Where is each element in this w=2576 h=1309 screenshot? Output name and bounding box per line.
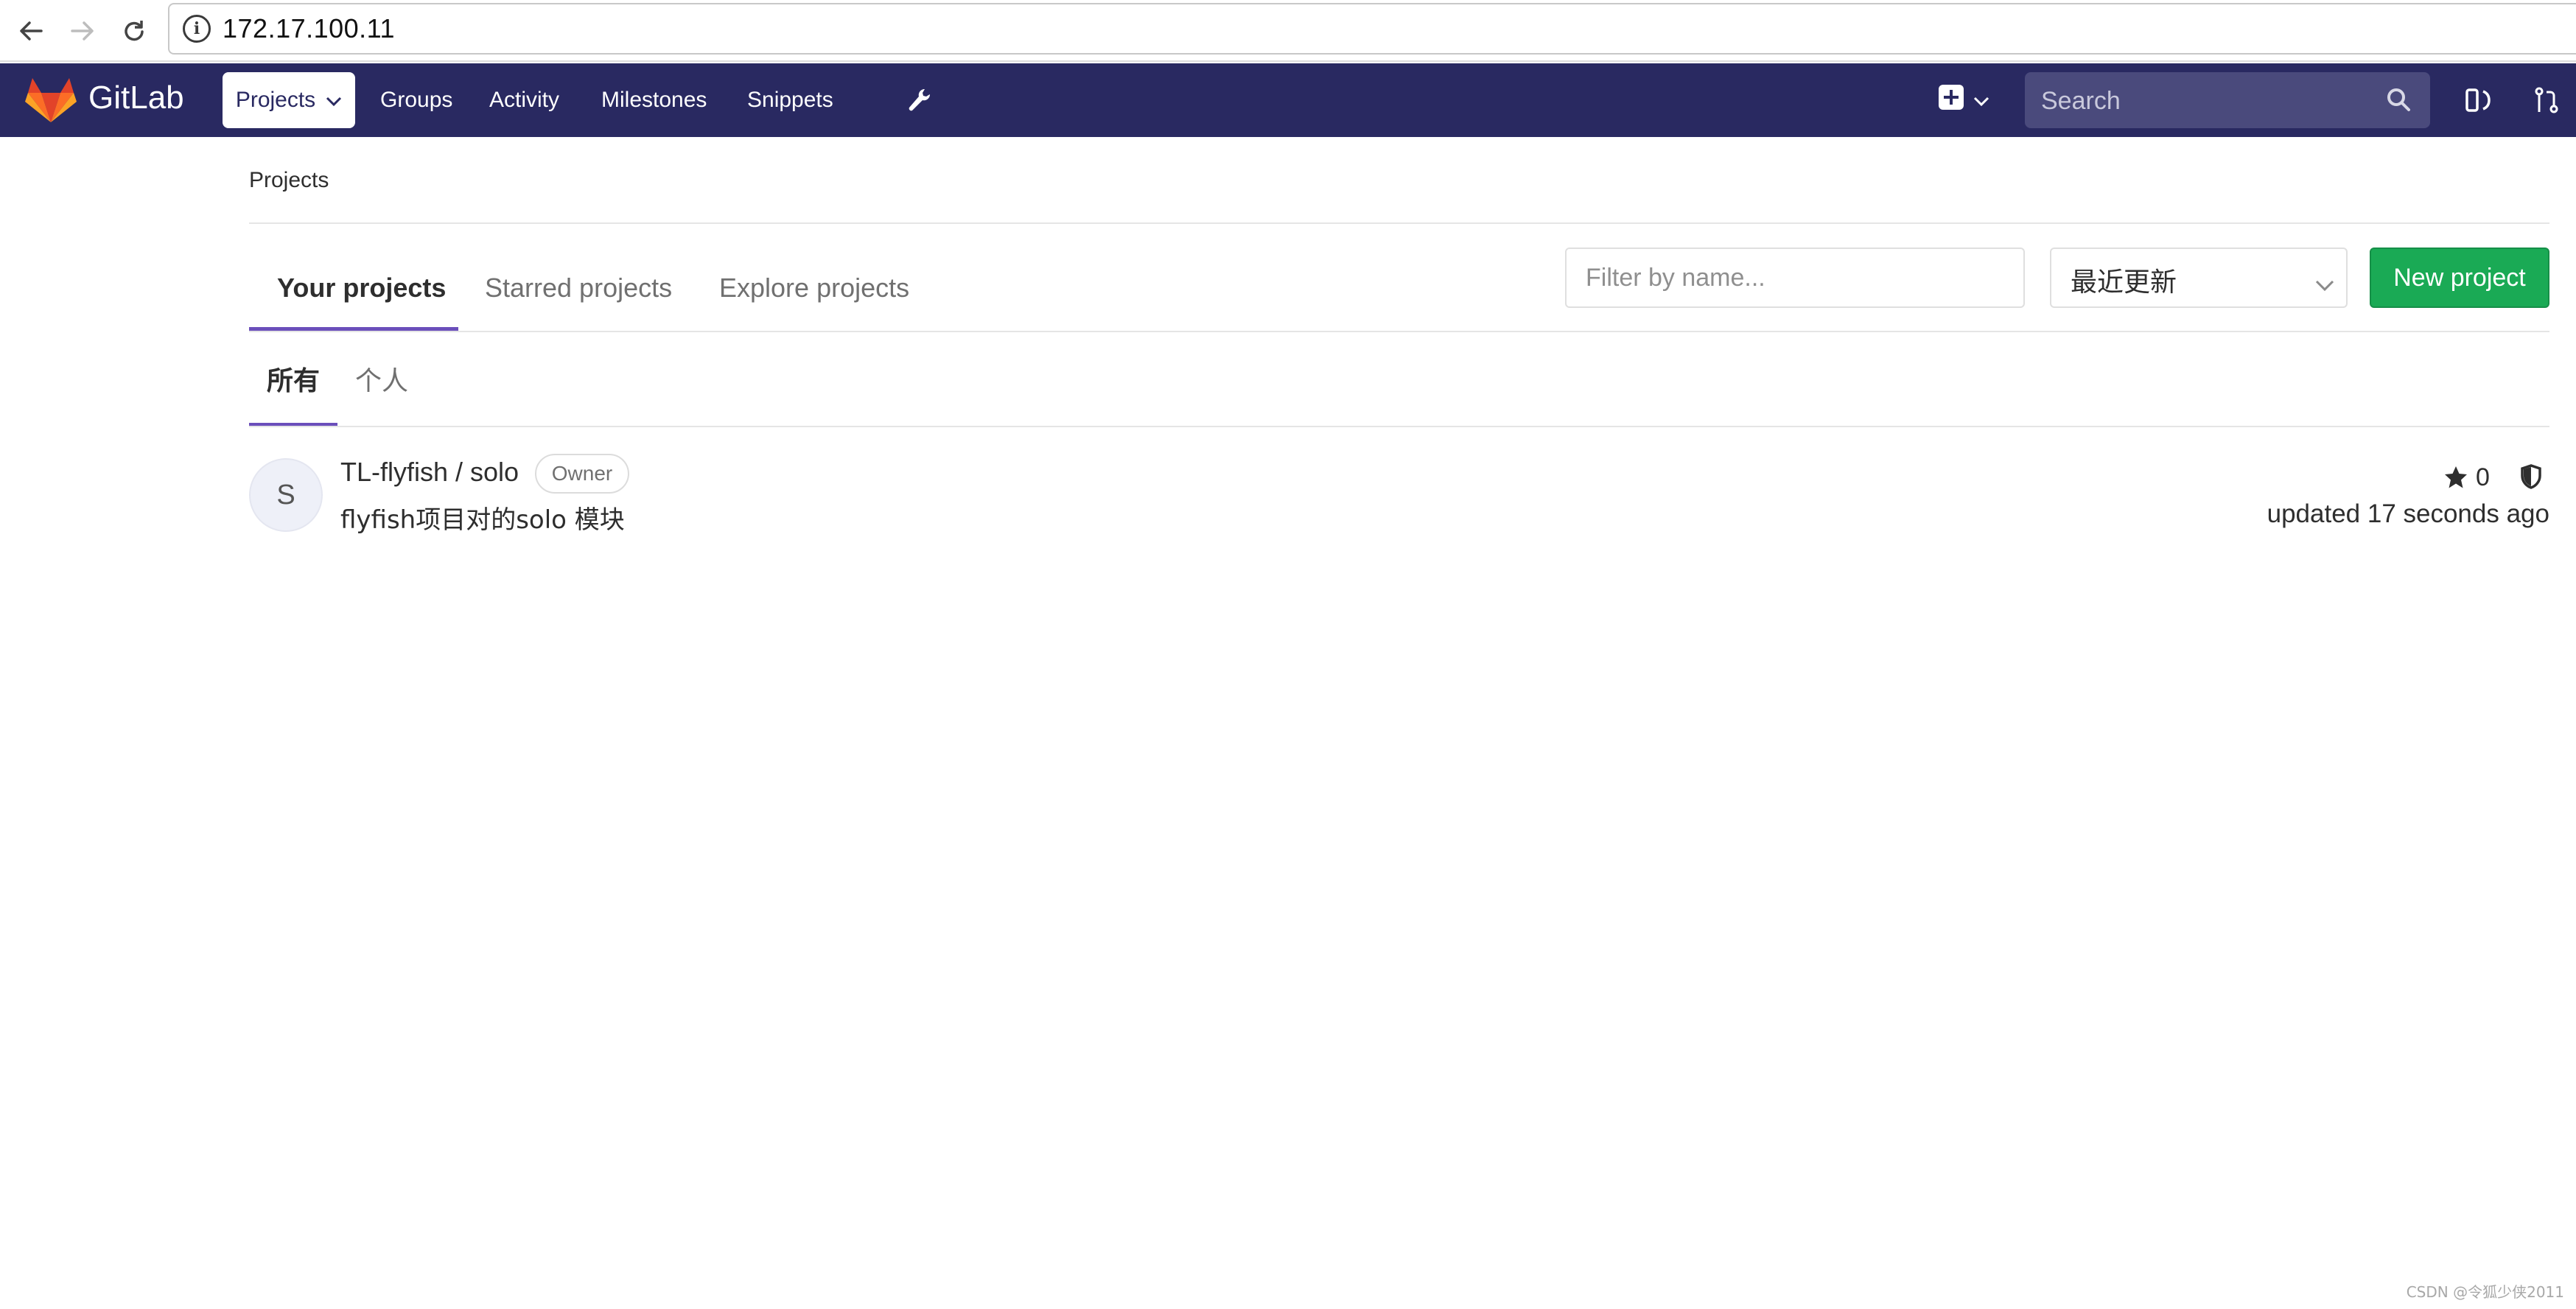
chevron-down-icon [326,88,342,113]
nav-projects-dropdown[interactable]: Projects [223,72,355,128]
plus-square-icon [1938,84,1964,116]
nav-groups[interactable]: Groups [380,63,452,137]
chevron-down-icon [2315,268,2334,298]
new-dropdown[interactable] [1938,63,1989,137]
wrench-icon[interactable] [905,63,934,137]
avatar[interactable]: S [249,458,323,532]
divider [249,426,2549,427]
divider [249,222,2549,224]
project-name[interactable]: TL-flyfish / solo [340,457,519,488]
tab-explore-projects[interactable]: Explore projects [719,246,909,330]
subtab-all[interactable]: 所有 [267,342,320,415]
tab-your-projects[interactable]: Your projects [277,246,446,330]
address-bar[interactable]: i 172.17.100.11 [168,3,2576,55]
filter-input[interactable] [1565,248,2025,308]
watermark: CSDN @令狐少侠2011 [2406,1283,2564,1301]
nav-projects-label: Projects [235,88,316,112]
chevron-down-icon [1973,88,1989,113]
info-icon[interactable]: i [183,15,211,43]
star-count-value: 0 [2476,463,2490,491]
nav-snippets[interactable]: Snippets [747,63,833,137]
updated-time: updated 17 seconds ago [2267,499,2549,528]
new-project-button[interactable]: New project [2370,248,2549,308]
project-description: flyfish项目对的solo 模块 [340,505,625,535]
role-badge: Owner [535,454,629,494]
search-icon[interactable] [2386,87,2411,115]
address-url: 172.17.100.11 [223,13,396,43]
divider [249,331,2549,332]
star-icon [2445,466,2467,488]
gitlab-navbar: GitLab Projects Groups Activity Mileston… [0,63,2576,137]
merge-request-icon[interactable] [2532,63,2561,137]
nav-milestones[interactable]: Milestones [601,63,707,137]
star-count[interactable]: 0 [2443,463,2490,492]
issues-icon[interactable] [2464,63,2493,137]
gitlab-logo-icon[interactable] [25,77,77,122]
subtab-personal[interactable]: 个人 [355,342,408,415]
shield-icon [2520,464,2542,492]
sort-select[interactable]: 最近更新 [2050,248,2348,308]
reload-icon[interactable] [113,10,155,52]
nav-activity[interactable]: Activity [489,63,559,137]
search-box [2025,72,2430,130]
search-input[interactable] [2025,72,2381,130]
tab-starred-projects[interactable]: Starred projects [485,246,672,330]
breadcrumb[interactable]: Projects [249,168,329,193]
arrow-right-icon[interactable] [62,10,103,52]
brand-name[interactable]: GitLab [88,80,184,116]
browser-toolbar: i 172.17.100.11 [0,0,2576,62]
arrow-left-icon[interactable] [10,10,52,52]
sort-value: 最近更新 [2071,267,2177,298]
